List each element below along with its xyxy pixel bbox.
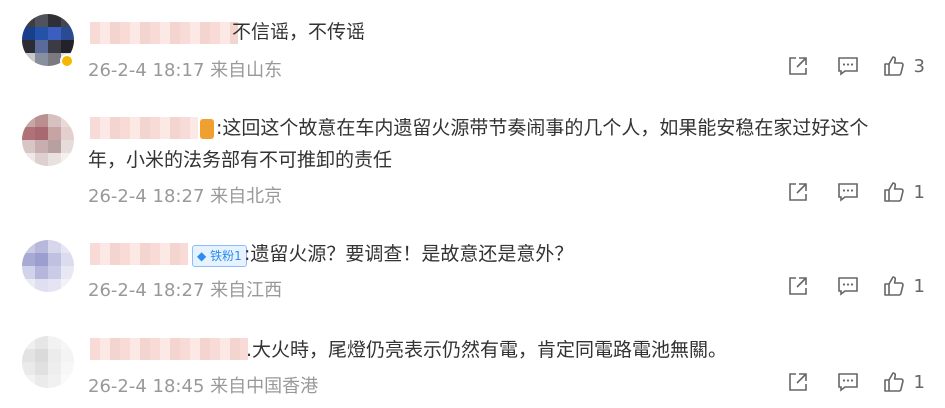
comment-text: :遗留火源？要调查！是故意还是意外？ [244, 243, 574, 265]
comment-icon [837, 277, 858, 296]
comment-text: 不信谣，不传谣 [232, 21, 366, 43]
comment-date: 26-2-4 18:17 [88, 60, 205, 81]
comment-meta: 26-2-4 18:27 来自江西 [88, 276, 282, 302]
comment-icon [837, 183, 858, 202]
comment-icon [837, 57, 858, 76]
thumbs-up-icon [883, 56, 904, 76]
like-button[interactable]: 1 [882, 274, 925, 298]
thumbs-up-icon [883, 276, 904, 296]
like-button[interactable]: 1 [882, 180, 925, 204]
comment-location: 来自山东 [210, 60, 283, 81]
comment-text-line1: :这回这个故意在车内遗留火源带节奏闹事的几个人，如果能安稳在家过好这个 [216, 117, 869, 139]
reply-button[interactable] [836, 370, 860, 394]
comment-actions: 1 [786, 180, 925, 204]
reply-button[interactable] [836, 274, 860, 298]
username-blurred[interactable] [90, 243, 188, 265]
comment-location: 来自江西 [210, 280, 283, 301]
comment-date: 26-2-4 18:45 [88, 376, 205, 397]
share-icon [788, 183, 807, 201]
share-button[interactable] [786, 370, 810, 394]
like-button[interactable]: 3 [882, 54, 925, 78]
comment-icon [837, 373, 858, 392]
comment-item: .大火時，尾燈仍亮表示仍然有電，肯定同電路電池無關。 26-2-4 18:45 … [0, 322, 945, 408]
share-icon [788, 373, 807, 391]
share-icon [788, 277, 807, 295]
comment-location: 来自北京 [210, 186, 283, 207]
like-count: 1 [913, 181, 925, 203]
share-button[interactable] [786, 180, 810, 204]
member-icon [200, 119, 214, 139]
thumbs-up-icon [883, 182, 904, 202]
avatar[interactable] [22, 336, 74, 388]
like-count: 3 [913, 55, 925, 77]
username-blurred[interactable] [90, 22, 238, 44]
thumbs-up-icon [883, 372, 904, 392]
share-button[interactable] [786, 274, 810, 298]
username-blurred[interactable] [90, 117, 198, 139]
comment-item: :这回这个故意在车内遗留火源带节奏闹事的几个人，如果能安稳在家过好这个 年，小米… [0, 102, 945, 220]
verified-badge-icon [60, 54, 74, 68]
comment-item: 不信谣，不传谣 26-2-4 18:17 来自山东 3 [0, 0, 945, 100]
comment-text-line2: 年，小米的法务部有不可推卸的责任 [88, 149, 393, 171]
like-count: 1 [913, 275, 925, 297]
avatar[interactable] [22, 114, 74, 166]
like-count: 1 [913, 371, 925, 393]
fan-badge: ◆ 铁粉1 [192, 245, 247, 267]
username-blurred[interactable] [90, 338, 248, 360]
comment-text: .大火時，尾燈仍亮表示仍然有電，肯定同電路電池無關。 [246, 339, 728, 361]
share-button[interactable] [786, 54, 810, 78]
like-button[interactable]: 1 [882, 370, 925, 394]
comment-actions: 1 [786, 370, 925, 394]
diamond-icon: ◆ [197, 249, 207, 263]
comment-actions: 1 [786, 274, 925, 298]
reply-button[interactable] [836, 180, 860, 204]
reply-button[interactable] [836, 54, 860, 78]
comment-meta: 26-2-4 18:17 来自山东 [88, 56, 282, 82]
comment-actions: 3 [786, 54, 925, 78]
avatar[interactable] [22, 240, 74, 292]
comment-meta: 26-2-4 18:27 来自北京 [88, 182, 282, 208]
comment-meta: 26-2-4 18:45 来自中国香港 [88, 372, 318, 398]
comment-item: ◆ 铁粉1 :遗留火源？要调查！是故意还是意外？ 26-2-4 18:27 来自… [0, 226, 945, 326]
comment-date: 26-2-4 18:27 [88, 280, 205, 301]
comment-location: 来自中国香港 [210, 376, 319, 397]
comment-date: 26-2-4 18:27 [88, 186, 205, 207]
share-icon [788, 57, 807, 75]
